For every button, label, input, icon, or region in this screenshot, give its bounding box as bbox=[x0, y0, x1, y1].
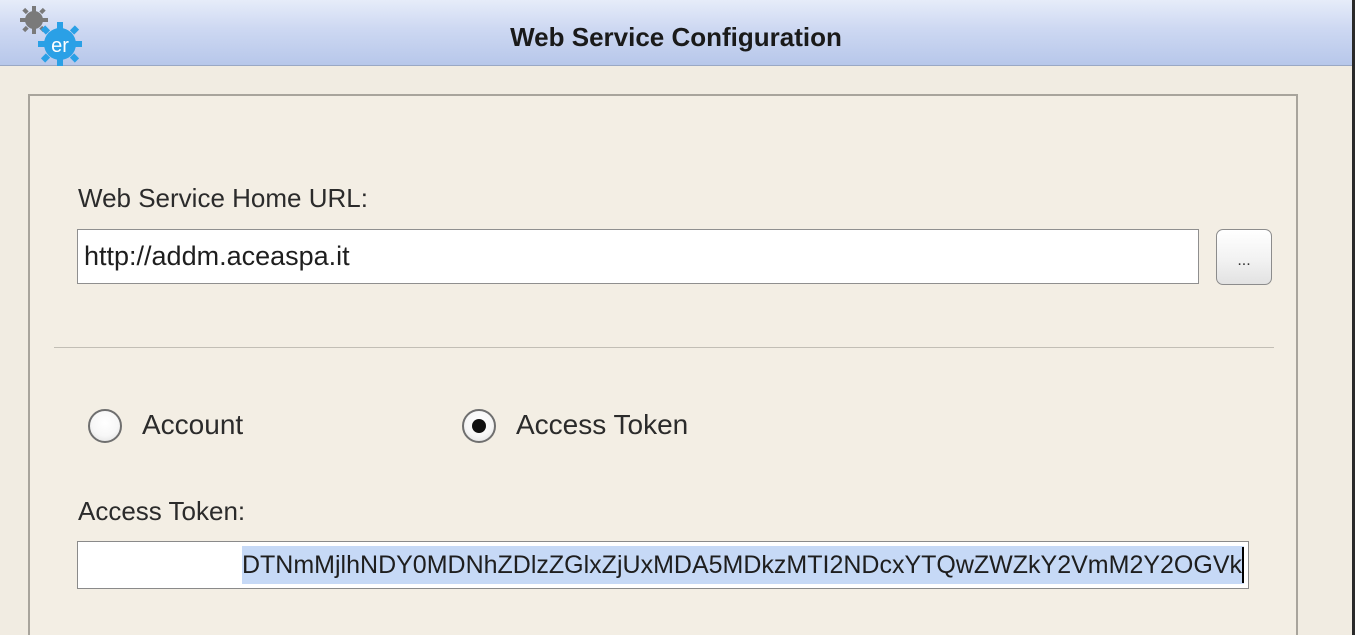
svg-text:er: er bbox=[51, 35, 69, 57]
home-url-label: Web Service Home URL: bbox=[78, 183, 368, 213]
browse-button[interactable]: ... bbox=[1216, 229, 1272, 285]
access-token-radio-label[interactable]: Access Token bbox=[516, 409, 688, 441]
text-caret bbox=[1242, 547, 1244, 583]
access-token-value: DTNmMjlhNDY0MDNhZDlzZGlxZjUxMDA5MDkzMTI2… bbox=[241, 546, 1244, 584]
dialog-title: Web Service Configuration bbox=[510, 22, 842, 52]
section-divider bbox=[54, 347, 1274, 348]
er-gear-logo-icon: er bbox=[20, 6, 82, 66]
home-url-input[interactable]: http://addm.aceaspa.it bbox=[77, 229, 1199, 284]
radio-selected-dot bbox=[472, 419, 486, 433]
access-token-label: Access Token: bbox=[78, 496, 246, 526]
title-bar[interactable]: Web Service Configuration er bbox=[0, 0, 1352, 66]
web-service-configuration-dialog: Web Service Configuration er Web Service… bbox=[0, 0, 1355, 635]
account-radio[interactable] bbox=[88, 409, 122, 443]
access-token-radio[interactable] bbox=[462, 409, 496, 443]
access-token-input[interactable]: DTNmMjlhNDY0MDNhZDlzZGlxZjUxMDA5MDkzMTI2… bbox=[77, 541, 1249, 589]
account-radio-label[interactable]: Account bbox=[142, 409, 243, 441]
